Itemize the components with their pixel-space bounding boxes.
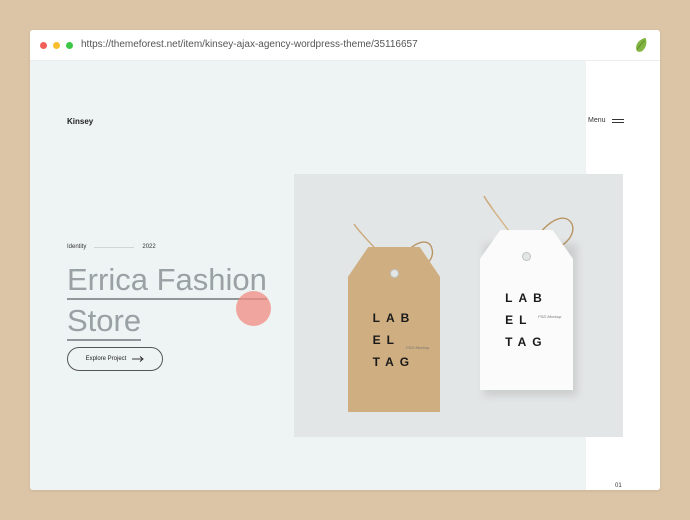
project-meta: Identity 2022: [67, 244, 156, 250]
maximize-window-button[interactable]: [66, 42, 73, 49]
project-title-line-2: Store: [67, 305, 142, 341]
arrow-right-icon: [132, 356, 145, 362]
project-image[interactable]: LAB EL TAG PSD Mockup LAB EL TAG PSD Moc…: [294, 174, 623, 437]
menu-label: Menu: [588, 117, 606, 124]
kraft-tag-text: LAB EL TAG: [372, 310, 416, 369]
minimize-window-button[interactable]: [53, 42, 60, 49]
hero-section: Kinsey Identity 2022 Errica Fashion Stor…: [30, 61, 623, 490]
project-title-line-1: Errica Fashion: [67, 264, 267, 300]
slide-counter: 01 06: [615, 481, 622, 490]
address-bar[interactable]: https://themeforest.net/item/kinsey-ajax…: [81, 39, 418, 50]
kraft-tag-subtitle: PSD Mockup: [406, 345, 430, 350]
explore-project-button[interactable]: Explore Project: [67, 347, 163, 371]
menu-button[interactable]: Menu: [588, 117, 624, 124]
tag-hole: [389, 269, 399, 278]
envato-leaf-icon: [636, 37, 647, 52]
white-label-tag: LAB EL TAG PSD Mockup: [480, 230, 573, 390]
white-tag-subtitle: PSD Mockup: [538, 314, 562, 319]
explore-project-label: Explore Project: [85, 356, 127, 362]
hamburger-icon: [611, 118, 624, 123]
slide-current: 01: [615, 483, 622, 489]
meta-divider: [94, 246, 135, 248]
browser-window: https://themeforest.net/item/kinsey-ajax…: [30, 30, 660, 490]
kraft-label-tag: LAB EL TAG PSD Mockup: [348, 247, 440, 412]
white-tag-text: LAB EL TAG: [505, 291, 548, 349]
website-page: Kinsey Identity 2022 Errica Fashion Stor…: [30, 61, 660, 490]
project-category: Identity: [67, 244, 87, 250]
site-logo[interactable]: Kinsey: [67, 117, 93, 126]
project-year: 2022: [142, 244, 156, 250]
tag-hole: [522, 252, 531, 261]
close-window-button[interactable]: [40, 42, 47, 49]
browser-titlebar: https://themeforest.net/item/kinsey-ajax…: [30, 30, 660, 61]
custom-cursor: [236, 291, 271, 326]
